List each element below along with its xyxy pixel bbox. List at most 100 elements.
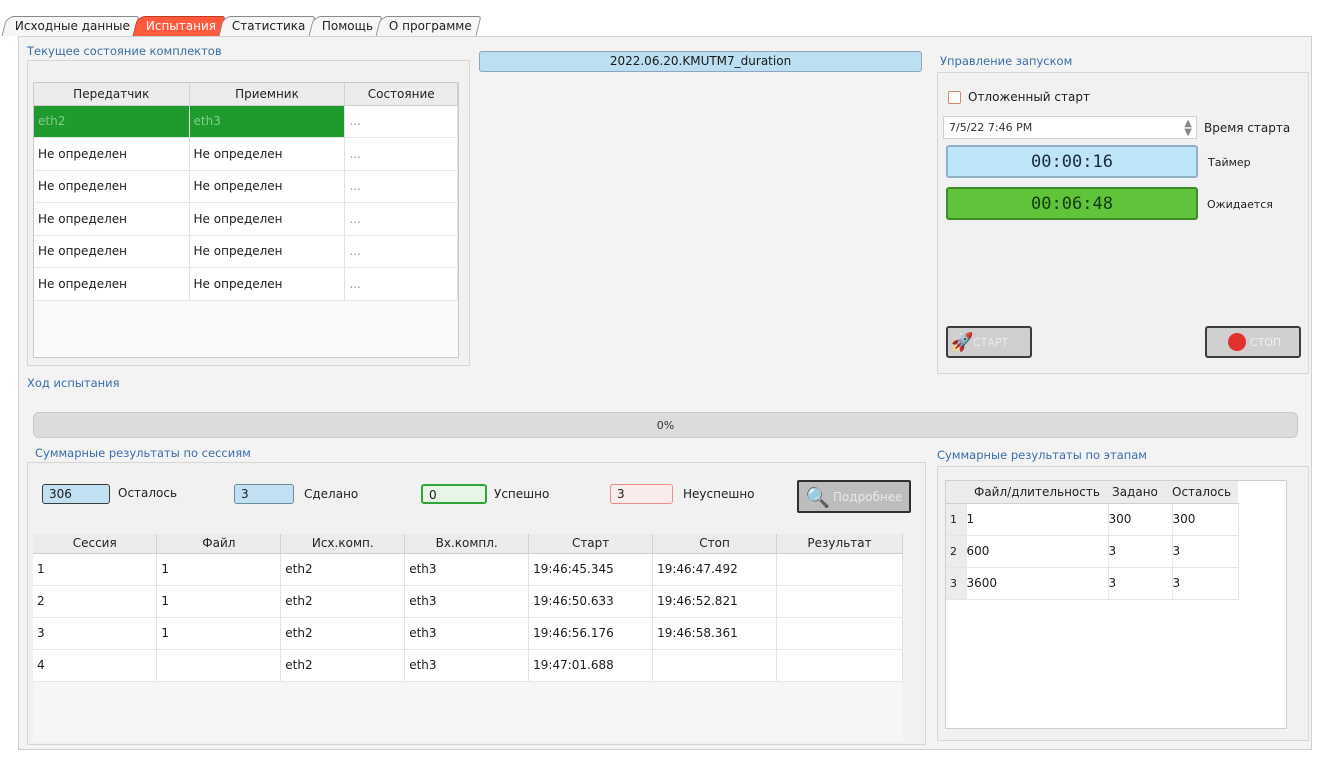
progress-text: 0% [656, 419, 675, 432]
tab-label: О программе [388, 19, 472, 33]
file-duration-cell: 1 [966, 503, 1109, 536]
table-row[interactable]: Не определен Не определен ... [34, 235, 458, 268]
details-button-label: Подробнее [832, 489, 903, 504]
dest-cell: eth3 [404, 617, 530, 650]
source-cell: eth2 [280, 585, 406, 618]
tab-source-data[interactable]: Исходные данные [1, 16, 140, 36]
delayed-start-label: Отложенный старт [968, 90, 1090, 104]
stop-cell: 19:46:58.361 [652, 617, 778, 650]
remaining-count: 306 [42, 484, 110, 504]
table-row[interactable]: Не определен Не определен ... [34, 170, 458, 203]
table-row[interactable]: Не определен Не определен ... [34, 267, 458, 301]
state-cell: ... [344, 235, 458, 268]
table-row[interactable]: 2 1 eth2 eth3 19:46:50.633 19:46:52.821 [33, 585, 903, 618]
tab-help[interactable]: Помощь [308, 16, 383, 36]
start-time-input[interactable]: 7/5/22 7:46 PM ▲ ▼ [943, 116, 1197, 139]
file-cell [156, 649, 282, 682]
source-cell: eth2 [280, 649, 406, 682]
success-count: 0 [421, 484, 487, 504]
column-header[interactable]: Приемник [189, 83, 346, 106]
test-filename-field: 2022.06.20.KMUTM7_duration [479, 51, 922, 72]
stop-icon [1227, 333, 1246, 351]
receiver-cell: Не определен [189, 267, 346, 301]
state-cell: ... [344, 170, 458, 203]
table-row[interactable]: 3 3600 3 3 [946, 567, 1239, 600]
column-header[interactable]: Файл [156, 534, 282, 554]
row-index-header [946, 481, 966, 504]
file-duration-cell: 600 [966, 535, 1109, 568]
table-row[interactable]: 1 1 eth2 eth3 19:46:45.345 19:46:47.492 [33, 553, 903, 586]
sessions-table: Сессия Файл Исх.комп. Вх.компл. Старт Ст… [33, 534, 903, 742]
tab-tests[interactable]: Испытания [132, 16, 226, 36]
column-header[interactable]: Стоп [652, 534, 778, 554]
table-row[interactable]: 3 1 eth2 eth3 19:46:56.176 19:46:58.361 [33, 617, 903, 650]
stop-button[interactable]: СТОП [1205, 326, 1301, 358]
row-index: 1 [946, 503, 967, 536]
source-cell: eth2 [280, 553, 406, 586]
column-header[interactable]: Осталось [1172, 481, 1238, 504]
dest-cell: eth3 [404, 553, 530, 586]
table-row[interactable]: eth2 eth3 ... [34, 105, 458, 138]
magnifier-icon: 🔍 [805, 484, 830, 509]
planned-cell: 300 [1108, 503, 1173, 536]
column-header[interactable]: Файл/длительность [966, 481, 1108, 504]
remaining-label: Осталось [118, 486, 178, 500]
delayed-start-checkbox[interactable] [948, 90, 961, 104]
table-row[interactable]: 2 600 3 3 [946, 535, 1239, 568]
stages-section-title: Суммарные результаты по этапам [937, 448, 1147, 462]
session-cell: 2 [33, 585, 158, 618]
table-row[interactable]: Не определен Не определен ... [34, 202, 458, 236]
tab-label: Исходные данные [14, 19, 130, 33]
receiver-cell: Не определен [189, 235, 346, 268]
komplekt-section-title: Текущее состояние комплектов [27, 44, 222, 58]
column-header[interactable]: Задано [1108, 481, 1172, 504]
spin-arrows-icon[interactable]: ▲ ▼ [1184, 119, 1192, 138]
table-row[interactable]: Не определен Не определен ... [34, 137, 458, 171]
expected-time-display: 00:06:48 [946, 187, 1198, 220]
delayed-start-row[interactable]: Отложенный старт [948, 90, 1090, 104]
stop-cell: 19:46:52.821 [652, 585, 778, 618]
file-cell: 1 [156, 585, 282, 618]
start-cell: 19:46:50.633 [528, 585, 654, 618]
transmitter-cell: Не определен [34, 170, 190, 203]
table-row[interactable]: 1 1 300 300 [946, 503, 1239, 536]
session-cell: 4 [33, 649, 158, 682]
receiver-cell: eth3 [189, 105, 346, 138]
column-header[interactable]: Исх.комп. [280, 534, 406, 554]
column-header[interactable]: Состояние [344, 83, 458, 106]
remaining-cell: 3 [1172, 567, 1239, 600]
start-button[interactable]: 🚀 СТАРТ [946, 326, 1032, 358]
tab-bar: Исходные данные Испытания Статистика Пом… [1, 14, 482, 36]
state-cell: ... [344, 202, 458, 236]
planned-cell: 3 [1108, 535, 1173, 568]
column-header[interactable]: Сессия [33, 534, 158, 554]
file-cell: 1 [156, 553, 282, 586]
start-cell: 19:46:45.345 [528, 553, 654, 586]
transmitter-cell: Не определен [34, 235, 190, 268]
column-header[interactable]: Результат [776, 534, 903, 554]
column-header[interactable]: Вх.компл. [404, 534, 530, 554]
tab-about[interactable]: О программе [375, 16, 482, 36]
tab-statistics[interactable]: Статистика [218, 16, 316, 36]
stop-cell [652, 649, 778, 682]
fail-count: 3 [610, 484, 673, 504]
done-label: Сделано [304, 487, 359, 501]
planned-cell: 3 [1108, 567, 1173, 600]
table-row[interactable]: 4 eth2 eth3 19:47:01.688 [33, 649, 903, 682]
transmitter-cell: Не определен [34, 202, 190, 236]
row-index: 3 [946, 567, 967, 600]
timer-display: 00:00:16 [946, 145, 1198, 178]
start-time-label: Время старта [1204, 121, 1291, 135]
details-button[interactable]: 🔍 Подробнее [797, 480, 911, 513]
state-cell: ... [344, 105, 458, 138]
control-section-title: Управление запуском [940, 54, 1073, 68]
column-header[interactable]: Передатчик [34, 83, 190, 106]
session-cell: 3 [33, 617, 158, 650]
state-cell: ... [344, 267, 458, 301]
column-header[interactable]: Старт [528, 534, 654, 554]
dest-cell: eth3 [404, 585, 530, 618]
result-cell [776, 649, 903, 682]
result-cell [776, 585, 903, 618]
start-button-label: СТАРТ [973, 335, 1009, 349]
tab-label: Статистика [232, 19, 306, 33]
